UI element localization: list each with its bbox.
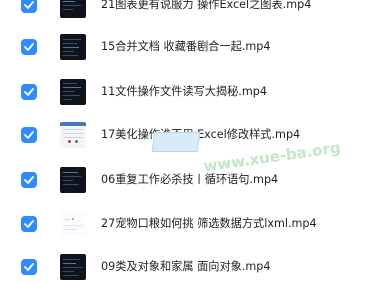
checkmark-icon bbox=[24, 220, 34, 228]
file-row[interactable]: 06重复工作必杀技丨循环语句.mp4 bbox=[0, 157, 380, 203]
checkmark-icon bbox=[24, 176, 34, 184]
file-row[interactable]: 09类及对象和家属 面向对象.mp4 bbox=[0, 244, 380, 282]
file-name: 21图表更有说服力 操作Excel之图表.mp4 bbox=[101, 0, 312, 11]
checkmark-icon bbox=[24, 1, 34, 9]
file-name: 27宠物口粮如何挑 筛选数据方式lxml.mp4 bbox=[101, 217, 317, 230]
video-thumbnail bbox=[60, 34, 86, 60]
file-row[interactable]: 27宠物口粮如何挑 筛选数据方式lxml.mp4 bbox=[0, 201, 380, 247]
video-thumbnail bbox=[60, 254, 86, 280]
checkmark-icon bbox=[24, 263, 34, 271]
video-thumbnail bbox=[60, 79, 86, 105]
file-name: 06重复工作必杀技丨循环语句.mp4 bbox=[101, 173, 279, 186]
file-row[interactable]: 15合并文档 收藏番剧合一起.mp4 bbox=[0, 24, 380, 70]
video-thumbnail bbox=[60, 122, 86, 148]
watermark-graphic bbox=[151, 132, 201, 152]
video-thumbnail bbox=[60, 211, 86, 237]
file-list: 21图表更有说服力 操作Excel之图表.mp4 15合并文档 收藏番剧合一起.… bbox=[0, 0, 380, 282]
checkbox-checked[interactable] bbox=[21, 39, 37, 55]
checkbox-checked[interactable] bbox=[21, 216, 37, 232]
file-name: 09类及对象和家属 面向对象.mp4 bbox=[101, 260, 271, 273]
file-name: 17美化操作谁不用 Excel修改样式.mp4 bbox=[101, 128, 301, 141]
file-row[interactable]: 11文件操作文件读写大揭秘.mp4 bbox=[0, 69, 380, 115]
file-name: 11文件操作文件读写大揭秘.mp4 bbox=[101, 85, 267, 98]
file-name: 15合并文档 收藏番剧合一起.mp4 bbox=[101, 40, 271, 53]
checkbox-checked[interactable] bbox=[21, 127, 37, 143]
checkmark-icon bbox=[24, 43, 34, 51]
video-thumbnail bbox=[60, 0, 86, 18]
checkmark-icon bbox=[24, 88, 34, 96]
checkbox-checked[interactable] bbox=[21, 172, 37, 188]
checkbox-checked[interactable] bbox=[21, 0, 37, 13]
checkmark-icon bbox=[24, 131, 34, 139]
checkbox-checked[interactable] bbox=[21, 259, 37, 275]
video-thumbnail bbox=[60, 167, 86, 193]
checkbox-checked[interactable] bbox=[21, 84, 37, 100]
